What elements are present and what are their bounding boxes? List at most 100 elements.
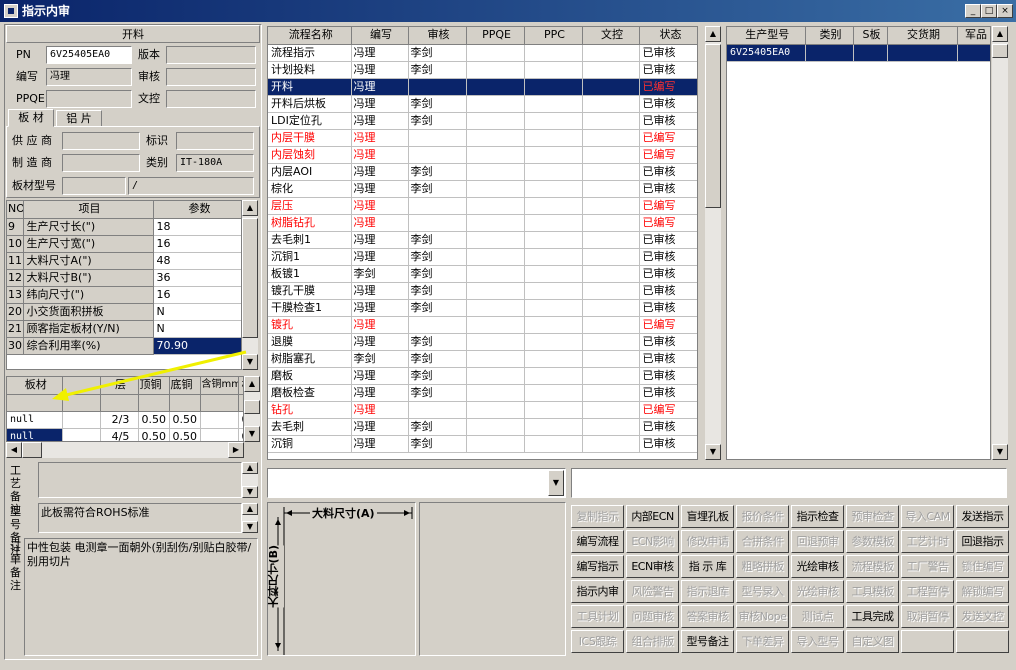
flow-status[interactable]: 已审核 (639, 367, 697, 385)
flow-name[interactable]: 树脂塞孔 (268, 350, 352, 368)
flow-status[interactable]: 已审核 (639, 299, 697, 317)
flow-doc[interactable] (582, 129, 640, 147)
scroll-up-icon[interactable]: ▲ (242, 200, 258, 216)
flow-status[interactable]: 已审核 (639, 282, 697, 300)
flow-editor[interactable]: 冯理 (351, 384, 409, 402)
flow-ppqe[interactable] (466, 316, 525, 334)
params-value[interactable]: 16 (153, 286, 241, 304)
flow-doc[interactable] (582, 265, 640, 283)
flow-name[interactable]: 内层蚀刻 (268, 146, 352, 164)
flow-ppqe[interactable] (466, 163, 525, 181)
flow-editor[interactable]: 冯理 (351, 180, 409, 198)
flow-ppc[interactable] (524, 197, 583, 215)
action-button[interactable]: 指示退库 (681, 580, 734, 603)
flow-ppc[interactable] (524, 44, 583, 62)
flow-editor[interactable]: 冯理 (351, 435, 409, 453)
flow-row[interactable]: LDI定位孔 冯理 李剑 已审核 (268, 112, 697, 130)
dropdown-arrow-icon[interactable]: ▼ (548, 470, 564, 496)
version-field[interactable] (166, 46, 256, 64)
flow-reviewer[interactable] (408, 197, 467, 215)
flow-doc[interactable] (582, 384, 640, 402)
action-button[interactable]: 组合排版 (626, 630, 679, 653)
board-bottom-cu[interactable]: 0.50 (169, 411, 201, 429)
flow-ppc[interactable] (524, 333, 583, 351)
flow-ppqe[interactable] (466, 350, 525, 368)
action-button[interactable]: 内部ECN (626, 505, 679, 528)
pn-field[interactable]: 6V25405EA0 (46, 46, 132, 64)
action-button[interactable]: 盲埋孔板 (681, 505, 734, 528)
flow-status[interactable]: 已审核 (639, 435, 697, 453)
params-value[interactable]: N (153, 303, 241, 321)
scroll-thumb[interactable] (705, 44, 721, 208)
flow-row[interactable]: 磨板 冯理 李剑 已审核 (268, 367, 697, 385)
minimize-button[interactable]: _ (965, 4, 981, 18)
flow-row[interactable]: 干膜检查1 冯理 李剑 已审核 (268, 299, 697, 317)
flow-ppc[interactable] (524, 78, 583, 96)
action-button[interactable]: 修改申请 (681, 530, 734, 553)
flow-editor[interactable]: 冯理 (351, 231, 409, 249)
board-row[interactable]: null 2/3 0.50 0.50 0 (7, 411, 243, 429)
action-button[interactable]: 回退预审 (791, 530, 844, 553)
flow-ppc[interactable] (524, 248, 583, 266)
action-button[interactable]: ECN审核 (626, 555, 679, 578)
flow-status[interactable]: 已编写 (639, 129, 697, 147)
flow-reviewer[interactable] (408, 78, 467, 96)
flow-doc[interactable] (582, 44, 640, 62)
scroll-up-icon[interactable]: ▲ (992, 26, 1008, 42)
board-cell[interactable] (62, 411, 101, 429)
flow-ppqe[interactable] (466, 78, 525, 96)
action-button[interactable]: 测试点 (791, 605, 844, 628)
process-remark-scrollbar[interactable]: ▲ ▼ (242, 462, 258, 498)
flow-ppqe[interactable] (466, 112, 525, 130)
production-scrollbar[interactable]: ▲ ▼ (992, 26, 1008, 460)
flow-ppc[interactable] (524, 350, 583, 368)
prod-military[interactable] (957, 44, 990, 62)
flow-name[interactable]: 开料后烘板 (268, 95, 352, 113)
flow-name[interactable]: 退膜 (268, 333, 352, 351)
flow-row[interactable]: 板镀1 李剑 李剑 已审核 (268, 265, 697, 283)
prod-s-board[interactable] (853, 44, 888, 62)
action-button[interactable]: 回退指示 (956, 530, 1009, 553)
flow-status[interactable]: 已审核 (639, 333, 697, 351)
flow-editor[interactable]: 李剑 (351, 265, 409, 283)
editor-field[interactable]: 冯理 (46, 68, 132, 86)
flow-row[interactable]: 磨板检查 冯理 李剑 已审核 (268, 384, 697, 402)
flow-status[interactable]: 已编写 (639, 146, 697, 164)
board-hscroll[interactable]: ◀ ▶ (6, 442, 244, 458)
mark-field[interactable] (176, 132, 254, 150)
action-button[interactable]: 下单差异 (736, 630, 789, 653)
action-button[interactable]: ECN影响 (626, 530, 679, 553)
action-button[interactable]: 发送指示 (956, 505, 1009, 528)
flow-status[interactable]: 已审核 (639, 384, 697, 402)
flow-row[interactable]: 镀孔干膜 冯理 李剑 已审核 (268, 282, 697, 300)
flow-ppqe[interactable] (466, 435, 525, 453)
tab-aluminum[interactable]: 铝 片 (56, 110, 102, 127)
flow-row[interactable]: 内层蚀刻 冯理 已编写 (268, 146, 697, 164)
board-material[interactable]: null (7, 411, 63, 429)
params-value[interactable]: 18 (153, 218, 241, 236)
flow-ppqe[interactable] (466, 384, 525, 402)
flow-name[interactable]: 开料 (268, 78, 352, 96)
maximize-button[interactable]: □ (981, 4, 997, 18)
flow-ppc[interactable] (524, 367, 583, 385)
flow-status[interactable]: 已编写 (639, 401, 697, 419)
flow-row[interactable]: 去毛刺1 冯理 李剑 已审核 (268, 231, 697, 249)
scroll-right-icon[interactable]: ▶ (228, 442, 244, 458)
action-button[interactable]: 预审检查 (846, 505, 899, 528)
action-button[interactable]: 风险警告 (626, 580, 679, 603)
flow-ppc[interactable] (524, 265, 583, 283)
flow-ppqe[interactable] (466, 401, 525, 419)
action-button[interactable]: 编写流程 (571, 530, 624, 553)
flow-doc[interactable] (582, 401, 640, 419)
flow-doc[interactable] (582, 248, 640, 266)
message-field[interactable] (571, 468, 1007, 498)
flow-doc[interactable] (582, 112, 640, 130)
flow-editor[interactable]: 李剑 (351, 350, 409, 368)
flow-row[interactable]: 去毛刺 冯理 李剑 已审核 (268, 418, 697, 436)
flow-ppqe[interactable] (466, 418, 525, 436)
flow-ppc[interactable] (524, 401, 583, 419)
params-value[interactable]: 16 (153, 235, 241, 253)
flow-ppc[interactable] (524, 95, 583, 113)
close-button[interactable]: × (997, 4, 1013, 18)
flow-ppqe[interactable] (466, 367, 525, 385)
